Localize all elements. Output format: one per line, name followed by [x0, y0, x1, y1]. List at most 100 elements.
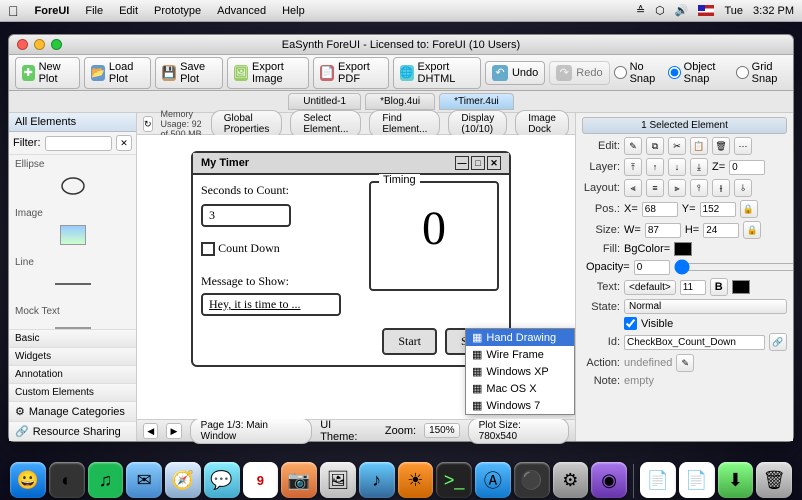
plot-size[interactable]: Plot Size: 780x540	[468, 418, 569, 444]
volume-icon[interactable]: 🔊	[675, 4, 689, 17]
resource-sharing-button[interactable]: 🔗Resource Sharing	[9, 421, 136, 441]
action-value[interactable]: undefined	[624, 357, 672, 369]
bold-icon[interactable]: B	[710, 278, 728, 296]
dock-safari-icon[interactable]: 🧭	[165, 462, 201, 498]
menu-advanced[interactable]: Advanced	[217, 5, 266, 17]
menu-file[interactable]: File	[85, 5, 103, 17]
filter-input[interactable]	[45, 136, 113, 151]
align-right-icon[interactable]: ⫸	[668, 179, 686, 197]
export-pdf-button[interactable]: 📄Export PDF	[313, 57, 388, 89]
undo-button[interactable]: ↶Undo	[485, 61, 545, 85]
cat-annotation[interactable]: Annotation	[9, 365, 136, 383]
start-button[interactable]: Start	[382, 328, 437, 355]
size-h-input[interactable]	[703, 223, 739, 238]
cat-widgets[interactable]: Widgets	[9, 347, 136, 365]
menu-help[interactable]: Help	[282, 5, 305, 17]
align-top-icon[interactable]: ⫯	[690, 179, 708, 197]
zoom-icon[interactable]	[51, 39, 62, 50]
edit-more-icon[interactable]: ⋯	[734, 137, 752, 155]
theme-windows-7[interactable]: ▦Windows 7	[466, 397, 574, 414]
align-middle-icon[interactable]: ⫲	[712, 179, 730, 197]
countdown-checkbox[interactable]	[201, 242, 215, 256]
edit-copy-icon[interactable]: ⧉	[646, 137, 664, 155]
minimize-icon[interactable]	[34, 39, 45, 50]
layer-front-icon[interactable]: ⤒	[624, 158, 642, 176]
seconds-field[interactable]: 3	[201, 204, 291, 227]
apple-icon[interactable]: 	[8, 3, 19, 19]
snap-grid-radio[interactable]: Grid Snap	[736, 61, 787, 85]
zoom-select[interactable]: 150%	[424, 423, 460, 438]
theme-wire-frame[interactable]: ▦Wire Frame	[466, 346, 574, 363]
pos-lock-icon[interactable]: 🔒	[740, 200, 758, 218]
page-indicator[interactable]: Page 1/3: Main Window	[190, 418, 313, 444]
dock-eclipse-icon[interactable]: ◉	[591, 462, 627, 498]
theme-macosx[interactable]: ▦Mac OS X	[466, 380, 574, 397]
theme-dropdown[interactable]: ▦Hand Drawing ▦Wire Frame ▦Windows XP ▦M…	[465, 328, 575, 415]
pos-x-input[interactable]	[642, 202, 678, 217]
cat-basic[interactable]: Basic	[9, 329, 136, 347]
menu-app[interactable]: ForeUI	[35, 5, 70, 17]
dock-itunes-icon[interactable]: ♪	[359, 462, 395, 498]
visible-checkbox[interactable]	[624, 317, 637, 330]
find-element-button[interactable]: Find Element...	[369, 110, 440, 138]
message-field[interactable]: Hey, it is time to ...	[201, 293, 341, 316]
pos-y-input[interactable]	[700, 202, 736, 217]
size-w-input[interactable]	[645, 223, 681, 238]
element-line[interactable]: Line	[9, 253, 136, 302]
cat-custom[interactable]: Custom Elements	[9, 383, 136, 401]
dock-app1-icon[interactable]: ☀	[398, 462, 434, 498]
edit-pencil-icon[interactable]: ✎	[624, 137, 642, 155]
id-link-icon[interactable]: 🔗	[769, 333, 787, 351]
align-bottom-icon[interactable]: ⫰	[734, 179, 752, 197]
mock-window[interactable]: My Timer —□✕ Seconds to Count: 3 Count D…	[191, 151, 511, 367]
dock-ichat-icon[interactable]: 💬	[204, 462, 240, 498]
sidebar-header[interactable]: All Elements	[9, 113, 136, 132]
dock-folder2-icon[interactable]: 📄	[679, 462, 715, 498]
z-input[interactable]	[729, 160, 765, 175]
note-value[interactable]: empty	[624, 375, 654, 387]
size-lock-icon[interactable]: 🔒	[743, 221, 761, 239]
page-next-button[interactable]: ▶	[166, 423, 181, 439]
save-plot-button[interactable]: 💾Save Plot	[155, 57, 223, 89]
fontsize-input[interactable]	[680, 280, 706, 295]
edit-delete-icon[interactable]: 🗑	[712, 137, 730, 155]
bluetooth-icon[interactable]: ⬡	[655, 4, 665, 17]
manage-categories-button[interactable]: ⚙Manage Categories	[9, 401, 136, 421]
snap-object-radio[interactable]: Object Snap	[668, 61, 728, 85]
dock-terminal-icon[interactable]: >_	[436, 462, 472, 498]
design-canvas[interactable]: My Timer —□✕ Seconds to Count: 3 Count D…	[137, 135, 575, 419]
bgcolor-swatch[interactable]	[674, 242, 692, 256]
dock-appstore-icon[interactable]: Ⓐ	[475, 462, 511, 498]
export-image-button[interactable]: 🖼Export Image	[227, 57, 309, 89]
align-left-icon[interactable]: ⫷	[624, 179, 642, 197]
tab-blog[interactable]: *Blog.4ui	[365, 93, 435, 110]
element-mocktext[interactable]: Mock Text	[9, 302, 136, 329]
select-element-button[interactable]: Select Element...	[290, 110, 361, 138]
layer-back-icon[interactable]: ⤓	[690, 158, 708, 176]
element-ellipse[interactable]: Ellipse	[9, 155, 136, 204]
tab-timer[interactable]: *Timer.4ui	[439, 93, 514, 110]
flag-us-icon[interactable]	[698, 5, 714, 16]
theme-hand-drawing[interactable]: ▦Hand Drawing	[466, 329, 574, 346]
close-icon[interactable]	[17, 39, 28, 50]
dock-trash-icon[interactable]: 🗑	[756, 462, 792, 498]
align-center-icon[interactable]: ≡	[646, 179, 664, 197]
dock-ical-icon[interactable]: 9	[243, 462, 279, 498]
layer-down-icon[interactable]: ↓	[668, 158, 686, 176]
dock-folder1-icon[interactable]: 📄	[640, 462, 676, 498]
page-prev-button[interactable]: ◀	[143, 423, 158, 439]
dock-finder-icon[interactable]: 😀	[10, 462, 46, 498]
filter-clear-button[interactable]: ✕	[116, 135, 132, 151]
theme-windows-xp[interactable]: ▦Windows XP	[466, 363, 574, 380]
action-edit-icon[interactable]: ✎	[676, 354, 694, 372]
layer-up-icon[interactable]: ↑	[646, 158, 664, 176]
element-image[interactable]: Image	[9, 204, 136, 253]
display-button[interactable]: Display (10/10)	[448, 110, 507, 138]
global-properties-button[interactable]: Global Properties	[211, 110, 283, 138]
opacity-input[interactable]	[634, 260, 670, 275]
opacity-slider[interactable]	[674, 259, 793, 275]
dock-dashboard-icon[interactable]: ◐	[49, 462, 85, 498]
dock-mail-icon[interactable]: ✉	[126, 462, 162, 498]
edit-paste-icon[interactable]: 📋	[690, 137, 708, 155]
load-plot-button[interactable]: 📂Load Plot	[84, 57, 151, 89]
